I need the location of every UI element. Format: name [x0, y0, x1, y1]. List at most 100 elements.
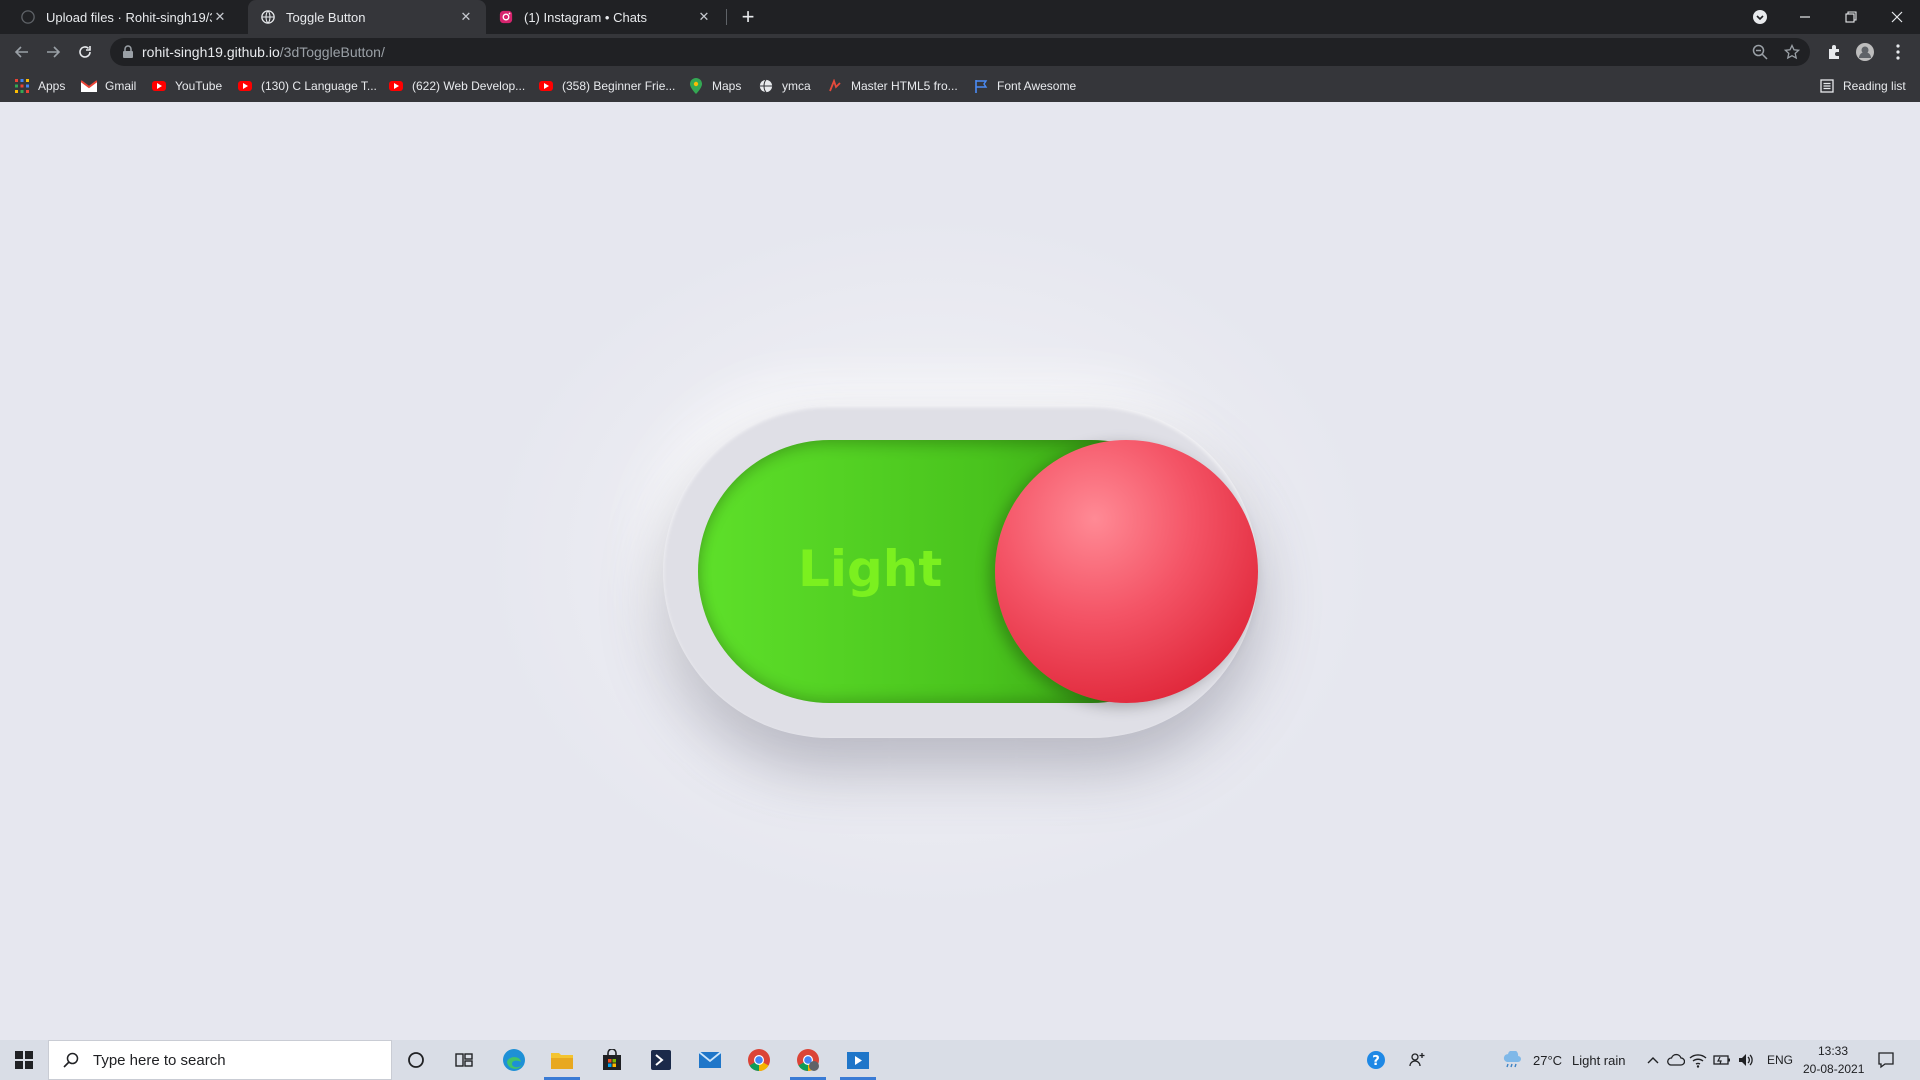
browser-toolbar: rohit-singh19.github.io/3dToggleButton/	[0, 34, 1920, 70]
globe-icon	[758, 78, 774, 94]
bookmark-master-html[interactable]: Master HTML5 fro...	[827, 70, 958, 102]
bookmark-gmail[interactable]: Gmail	[81, 70, 136, 102]
bookmark-label: YouTube	[175, 79, 223, 93]
search-placeholder: Type here to search	[93, 1051, 226, 1069]
bookmark-label: Maps	[712, 79, 742, 93]
tab-strip: Upload files · Rohit-singh19/3dTo ✕ Togg…	[0, 0, 1920, 34]
edge-icon[interactable]	[490, 1040, 538, 1080]
toggle-track[interactable]: Light	[698, 440, 1258, 703]
reload-icon[interactable]	[73, 40, 97, 64]
flag-icon	[973, 78, 989, 94]
search-icon	[63, 1052, 79, 1068]
store-icon[interactable]	[588, 1040, 636, 1080]
cortana-icon[interactable]	[392, 1040, 440, 1080]
bookmark-icon	[827, 78, 843, 94]
reading-list-icon	[1819, 78, 1835, 94]
forward-icon[interactable]	[41, 40, 65, 64]
powershell-icon[interactable]	[637, 1040, 685, 1080]
volume-icon[interactable]	[1736, 1050, 1756, 1070]
close-tab-icon[interactable]: ✕	[212, 9, 228, 25]
zoom-icon[interactable]	[1750, 42, 1770, 62]
bookmark-label: (358) Beginner Frie...	[562, 79, 676, 93]
tab-title: (1) Instagram • Chats	[524, 9, 648, 25]
restore-icon[interactable]	[1828, 0, 1874, 34]
tab-toggle-button[interactable]: Toggle Button ✕	[248, 0, 486, 34]
chevron-up-icon[interactable]	[1643, 1050, 1663, 1070]
minimize-icon[interactable]	[1782, 0, 1828, 34]
reading-list[interactable]: Reading list	[1819, 70, 1906, 102]
close-window-icon[interactable]	[1874, 0, 1920, 34]
page-viewport: Light	[0, 102, 1920, 1040]
bookmark-star-icon[interactable]	[1782, 42, 1802, 62]
media-player-icon[interactable]	[834, 1040, 882, 1080]
bookmark-c-language[interactable]: (130) C Language T...	[237, 70, 377, 102]
toggle-knob[interactable]	[995, 440, 1258, 703]
svg-text:?: ?	[1372, 1054, 1380, 1069]
chrome-icon[interactable]	[735, 1040, 783, 1080]
help-icon[interactable]: ?	[1366, 1050, 1386, 1070]
tab-instagram[interactable]: (1) Instagram • Chats ✕	[486, 0, 724, 34]
chrome-profile-icon[interactable]	[784, 1040, 832, 1080]
back-icon[interactable]	[10, 40, 34, 64]
address-bar[interactable]: rohit-singh19.github.io/3dToggleButton/	[110, 38, 1810, 66]
bookmark-label: (622) Web Develop...	[412, 79, 526, 93]
reading-list-label: Reading list	[1843, 79, 1906, 93]
extensions-icon[interactable]	[1822, 40, 1846, 64]
weather-temp[interactable]: 27°C	[1533, 1053, 1562, 1068]
language-indicator[interactable]: ENG	[1767, 1053, 1793, 1067]
youtube-icon	[237, 78, 253, 94]
bookmark-label: (130) C Language T...	[261, 79, 377, 93]
battery-icon[interactable]	[1712, 1050, 1732, 1070]
profile-avatar-icon[interactable]	[1853, 40, 1877, 64]
tab-search-icon[interactable]	[1737, 0, 1783, 34]
menu-kebab-icon[interactable]	[1886, 40, 1910, 64]
bookmark-ymca[interactable]: ymca	[758, 70, 811, 102]
start-button[interactable]	[0, 1040, 48, 1080]
youtube-icon	[151, 78, 167, 94]
bookmark-maps[interactable]: Maps	[688, 70, 741, 102]
bookmarks-bar: Apps Gmail YouTube (130) C Language T...…	[0, 70, 1920, 102]
bookmark-label: Apps	[38, 79, 66, 93]
clock-date[interactable]: 20-08-2021	[1803, 1062, 1864, 1076]
url-path: /3dToggleButton/	[279, 44, 385, 60]
youtube-icon	[388, 78, 404, 94]
windows-taskbar: Type here to search ? 27°C Light rain EN…	[0, 1040, 1920, 1080]
bookmark-label: Master HTML5 fro...	[851, 79, 958, 93]
file-explorer-icon[interactable]	[538, 1040, 586, 1080]
lock-icon[interactable]	[122, 45, 134, 64]
people-icon[interactable]	[1407, 1050, 1427, 1070]
close-tab-icon[interactable]: ✕	[696, 9, 712, 25]
bookmark-label: Gmail	[105, 79, 137, 93]
bookmark-youtube[interactable]: YouTube	[151, 70, 222, 102]
wifi-icon[interactable]	[1688, 1050, 1708, 1070]
bookmark-font-awesome[interactable]: Font Awesome	[973, 70, 1076, 102]
toggle-switch[interactable]: Light	[663, 405, 1258, 738]
tab-upload-files[interactable]: Upload files · Rohit-singh19/3dTo ✕	[8, 0, 240, 34]
tab-title: Toggle Button	[286, 9, 366, 25]
bookmark-web-develop[interactable]: (622) Web Develop...	[388, 70, 525, 102]
maps-icon	[688, 78, 704, 94]
github-icon	[20, 9, 36, 25]
mail-icon[interactable]	[686, 1040, 734, 1080]
taskbar-search-input[interactable]: Type here to search	[48, 1040, 392, 1080]
tab-separator	[726, 9, 727, 25]
new-tab-icon[interactable]: +	[737, 6, 759, 28]
tab-title: Upload files · Rohit-singh19/3dTo	[46, 9, 212, 25]
instagram-icon	[498, 9, 514, 25]
url-host: rohit-singh19.github.io	[142, 44, 280, 60]
bookmark-apps[interactable]: Apps	[14, 70, 65, 102]
notification-icon[interactable]	[1876, 1050, 1896, 1070]
weather-condition[interactable]: Light rain	[1572, 1053, 1625, 1068]
onedrive-icon[interactable]	[1666, 1050, 1686, 1070]
task-view-icon[interactable]	[440, 1040, 488, 1080]
url-text: rohit-singh19.github.io/3dToggleButton/	[142, 44, 385, 60]
apps-grid-icon	[14, 78, 30, 94]
bookmark-label: Font Awesome	[997, 79, 1077, 93]
clock-time[interactable]: 13:33	[1818, 1044, 1848, 1058]
bookmark-beginner[interactable]: (358) Beginner Frie...	[538, 70, 675, 102]
weather-rain-icon[interactable]	[1502, 1050, 1522, 1070]
close-tab-icon[interactable]: ✕	[458, 9, 474, 25]
gmail-icon	[81, 78, 97, 94]
youtube-icon	[538, 78, 554, 94]
bookmark-label: ymca	[782, 79, 811, 93]
